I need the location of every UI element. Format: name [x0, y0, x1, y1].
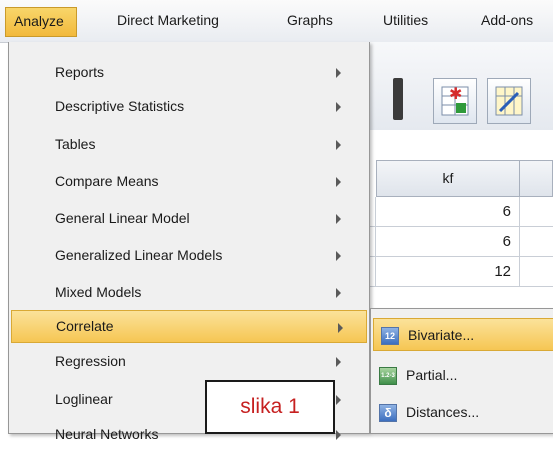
menu-item-label: Tables — [55, 136, 96, 152]
menu-direct-marketing[interactable]: Direct Marketing — [117, 12, 219, 28]
menu-graphs[interactable]: Graphs — [287, 12, 333, 28]
distances-icon: δ — [379, 404, 397, 422]
insert-variable-button[interactable] — [487, 78, 531, 124]
submenu-arrow-icon — [336, 357, 341, 367]
menu-item-label: Regression — [55, 353, 126, 369]
bivariate-icon: 12 — [381, 327, 399, 345]
cell-editor-bar[interactable] — [352, 130, 553, 161]
menu-item-mixed-models[interactable]: Mixed Models — [10, 276, 368, 309]
column-header-kf[interactable]: kf — [376, 160, 520, 197]
column-header-next[interactable] — [520, 160, 553, 197]
menu-add-ons[interactable]: Add-ons — [481, 12, 533, 28]
submenu-arrow-icon — [336, 177, 341, 187]
grid-cell-next[interactable] — [520, 227, 553, 257]
insert-cases-button[interactable]: ✱ — [433, 78, 477, 124]
menu-item-label: Compare Means — [55, 173, 159, 189]
menu-item-label: Neural Networks — [55, 426, 159, 442]
submenu-arrow-icon — [336, 430, 341, 440]
submenu-item-label: Partial... — [406, 367, 458, 383]
menu-item-descriptive-statistics[interactable]: Descriptive Statistics — [10, 90, 368, 123]
grid-cell-kf[interactable]: 6 — [376, 197, 520, 227]
menu-utilities[interactable]: Utilities — [383, 12, 428, 28]
submenu-item-label: Bivariate... — [408, 327, 475, 343]
submenu-arrow-icon — [336, 102, 341, 112]
toolbar-button-partial[interactable] — [393, 78, 403, 120]
menu-item-label: General Linear Model — [55, 210, 190, 226]
menu-item-reports[interactable]: Reports — [10, 56, 368, 89]
insert-variable-icon — [495, 86, 523, 116]
menu-item-label: Mixed Models — [55, 284, 142, 300]
submenu-arrow-icon — [336, 288, 341, 298]
menu-item-label: Loglinear — [55, 391, 113, 407]
menu-item-label: Reports — [55, 64, 105, 80]
menu-item-tables[interactable]: Tables — [10, 128, 368, 161]
menu-item-regression[interactable]: Regression — [10, 345, 368, 378]
submenu-arrow-icon — [336, 251, 341, 261]
correlate-submenu: 12 Bivariate... 1.2-3 Partial... δ Dista… — [370, 308, 553, 434]
grid-cell-next[interactable] — [520, 257, 553, 287]
grid-cell-kf[interactable]: 12 — [376, 257, 520, 287]
menu-bar: Analyze Direct Marketing Graphs Utilitie… — [0, 0, 553, 43]
submenu-item-bivariate[interactable]: 12 Bivariate... — [373, 318, 553, 351]
menu-item-generalized-linear-models[interactable]: Generalized Linear Models — [10, 239, 368, 272]
menu-item-compare-means[interactable]: Compare Means — [10, 165, 368, 198]
menu-item-label: Descriptive Statistics — [55, 98, 185, 114]
submenu-item-label: Distances... — [406, 404, 480, 420]
submenu-item-distances[interactable]: δ Distances... — [372, 396, 553, 429]
menu-item-label: Generalized Linear Models — [55, 247, 223, 263]
figure-caption-label: slika 1 — [205, 380, 335, 434]
menu-item-label: Correlate — [56, 318, 114, 334]
submenu-arrow-icon — [336, 395, 341, 405]
menu-item-general-linear-model[interactable]: General Linear Model — [10, 202, 368, 235]
grid-cell-kf[interactable]: 6 — [376, 227, 520, 257]
submenu-item-partial[interactable]: 1.2-3 Partial... — [372, 359, 553, 392]
analyze-dropdown: Reports Descriptive Statistics Tables Co… — [8, 42, 370, 442]
submenu-arrow-icon — [336, 214, 341, 224]
submenu-arrow-icon — [336, 140, 341, 150]
submenu-arrow-icon — [338, 323, 343, 333]
svg-text:✱: ✱ — [449, 84, 462, 103]
grid-cell-next[interactable] — [520, 197, 553, 227]
insert-cases-icon: ✱ — [441, 84, 469, 116]
menu-item-correlate[interactable]: Correlate — [11, 310, 367, 343]
submenu-arrow-icon — [336, 68, 341, 78]
menu-analyze[interactable]: Analyze — [5, 7, 77, 37]
partial-icon: 1.2-3 — [379, 367, 397, 385]
